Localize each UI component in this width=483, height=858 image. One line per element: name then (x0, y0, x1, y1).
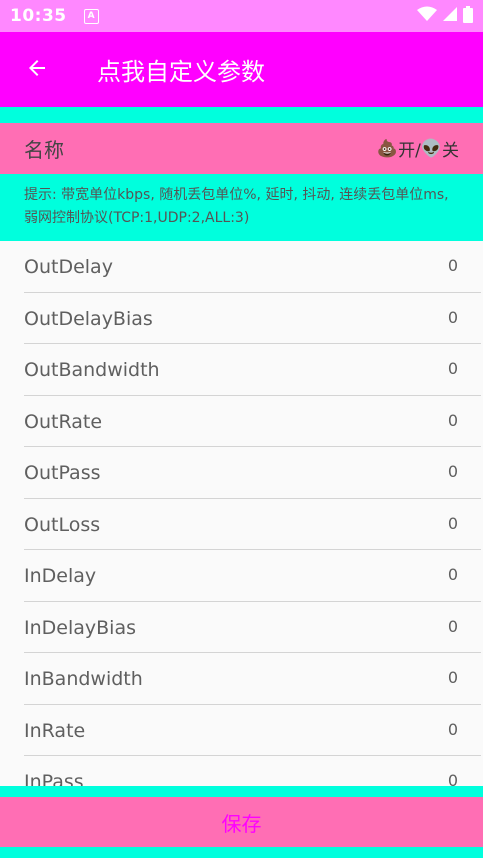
param-name: InRate (24, 719, 86, 742)
battery-icon (463, 5, 473, 27)
param-name: OutLoss (24, 513, 101, 536)
list-item[interactable]: OutDelayBias 0 (24, 293, 481, 344)
app-bar: 点我自定义参数 (0, 32, 483, 107)
save-label: 保存 (221, 811, 262, 836)
list-item[interactable]: OutRate 0 (24, 396, 481, 447)
status-bar: 10:35 A (0, 0, 483, 32)
list-item[interactable]: OutPass 0 (24, 447, 481, 499)
param-name: OutBandwidth (24, 359, 160, 381)
param-name: OutPass (24, 462, 101, 484)
param-value[interactable]: 0 (448, 514, 458, 533)
signal-icon (442, 6, 458, 26)
param-value[interactable]: 0 (448, 668, 458, 687)
param-name: InDelay (24, 565, 97, 587)
divider-strip (0, 786, 483, 797)
param-value[interactable]: 0 (448, 308, 458, 327)
param-name: OutRate (24, 410, 103, 433)
alien-emoji-icon: 👽 (420, 138, 442, 159)
list-item[interactable]: InRate 0 (24, 705, 481, 756)
save-button[interactable]: 保存 (0, 797, 483, 847)
on-label: 开/ (398, 141, 421, 161)
param-value[interactable]: 0 (448, 617, 458, 636)
param-value[interactable]: 0 (448, 462, 458, 481)
off-label: 关 (442, 141, 459, 161)
back-button[interactable] (13, 46, 61, 94)
param-value[interactable]: 0 (448, 720, 458, 739)
divider-strip (0, 847, 483, 858)
param-value[interactable]: 0 (448, 256, 458, 275)
param-name: InDelayBias (24, 616, 136, 639)
column-name-label: 名称 (24, 138, 64, 162)
list-item[interactable]: OutBandwidth 0 (24, 344, 481, 396)
param-value[interactable]: 0 (448, 359, 458, 378)
param-name: InPass (24, 771, 84, 786)
hint-text: 提示: 带宽单位kbps, 随机丢包单位%, 延时, 抖动, 连续丢包单位ms,… (0, 174, 483, 241)
list-item[interactable]: InDelay 0 (24, 550, 481, 602)
param-name: OutDelay (24, 256, 113, 278)
list-item[interactable]: InDelayBias 0 (24, 602, 481, 653)
page-title: 点我自定义参数 (97, 58, 265, 86)
list-item[interactable]: OutLoss 0 (24, 499, 481, 550)
notification-a-icon: A (83, 8, 99, 24)
on-off-legend: 💩 开/ 👽 关 (376, 136, 459, 162)
arrow-left-icon (25, 56, 49, 84)
screen: 10:35 A 点我自定义参数 名称 💩 开/ 👽 关 提示: 带宽单位kbps… (0, 0, 483, 858)
param-value[interactable]: 0 (448, 565, 458, 584)
status-time: 10:35 (10, 6, 67, 26)
poop-emoji-icon: 💩 (376, 138, 399, 159)
list-item[interactable]: InPass 0 (24, 756, 481, 786)
divider-strip (0, 107, 483, 123)
list-item[interactable]: InBandwidth 0 (24, 653, 481, 705)
status-icons (417, 0, 473, 32)
param-name: InBandwidth (24, 668, 143, 690)
list-item[interactable]: OutDelay 0 (24, 241, 481, 293)
param-value[interactable]: 0 (448, 771, 458, 786)
param-name: OutDelayBias (24, 307, 153, 330)
wifi-icon (417, 6, 437, 26)
param-list[interactable]: OutDelay 0 OutDelayBias 0 OutBandwidth 0… (0, 241, 483, 786)
param-value[interactable]: 0 (448, 411, 458, 430)
column-header: 名称 💩 开/ 👽 关 (0, 123, 483, 174)
